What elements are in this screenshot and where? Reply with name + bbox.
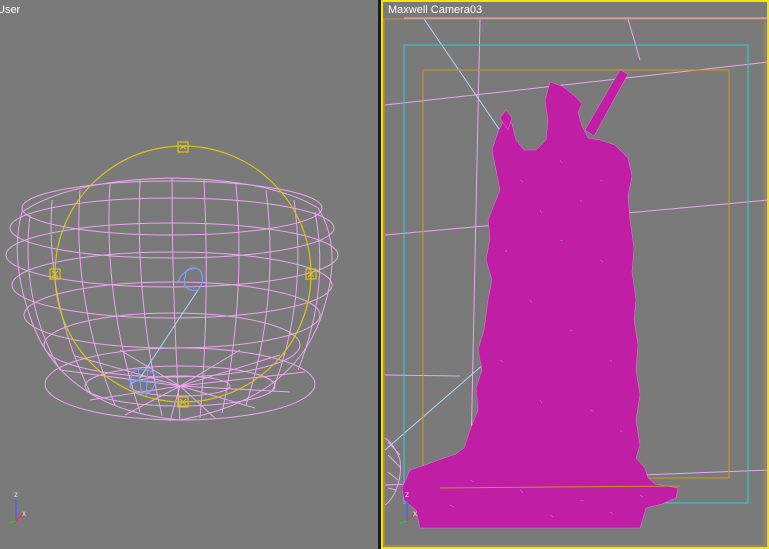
dome-wireframe[interactable] xyxy=(5,177,339,422)
camera-viewport-canvas xyxy=(383,17,769,547)
statue-model[interactable] xyxy=(401,69,679,529)
user-viewport[interactable]: User z x xyxy=(0,0,378,549)
axis-tripod xyxy=(8,500,25,524)
camera-viewport[interactable]: z x xyxy=(381,0,769,549)
user-viewport-canvas xyxy=(5,141,339,524)
viewport-label-camera[interactable]: Maxwell Camera03 xyxy=(388,4,482,16)
light-direction-line xyxy=(423,18,511,146)
